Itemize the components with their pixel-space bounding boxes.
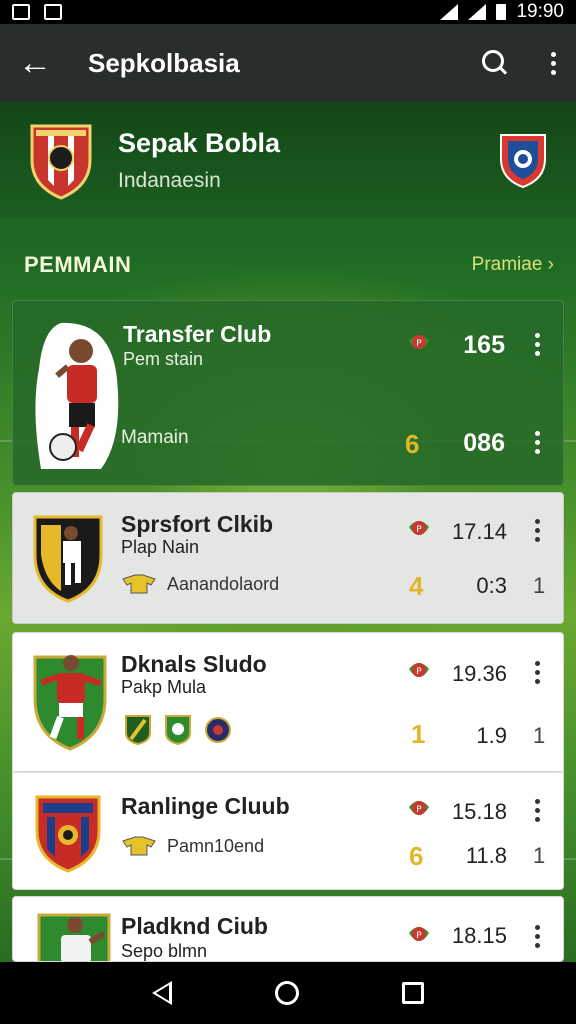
club-crest-icon [37, 913, 111, 961]
club-caption-row: Pamn10end [121, 835, 264, 857]
more-vert-icon[interactable] [532, 431, 542, 454]
rank-number: 1 [411, 719, 426, 749]
trend-indicator: 1 [533, 573, 546, 598]
badge-icon [125, 715, 151, 745]
app-bar: ← Sepkolbasia [0, 24, 576, 102]
see-more-link[interactable]: Pramiae › [472, 254, 554, 276]
back-arrow-icon[interactable]: ← [18, 46, 58, 80]
svg-text:P: P [416, 525, 422, 535]
rank-badge-icon: P [409, 801, 429, 815]
club-name: Pladknd Ciub [121, 913, 268, 939]
league-title: Sepak Bobla [118, 127, 281, 158]
club-name: Sprsfort Clkib [121, 511, 274, 537]
club-subtitle: Pakp Mula [121, 677, 207, 697]
player-photo [35, 322, 119, 469]
federation-crest-icon[interactable] [498, 131, 548, 189]
league-subtitle: Indanaesin [118, 168, 221, 192]
svg-text:P: P [416, 339, 422, 349]
trend-indicator: 1 [533, 843, 546, 868]
badge-icon [205, 717, 231, 743]
club-card[interactable]: Sprsfort Clkib Plap Nain Aanandolaord P … [12, 492, 564, 624]
system-nav-bar [0, 962, 576, 1024]
stat-value-bottom: 0:3 [476, 573, 507, 598]
rank-badge-icon: P [409, 663, 429, 677]
featured-club-card[interactable]: Transfer Club Pem stain Mamain P 165 6 0… [12, 300, 564, 486]
stat-value-top: 17.14 [451, 519, 507, 544]
more-vert-icon[interactable] [532, 333, 542, 356]
club-badges-row [125, 715, 231, 745]
rank-badge-icon: P [409, 335, 429, 349]
club-name: Transfer Club [123, 321, 272, 347]
app-title: Sepkolbasia [88, 47, 240, 78]
lock-notification-icon [44, 4, 62, 20]
badge-icon [165, 715, 191, 745]
rank-number: 4 [409, 571, 424, 601]
club-subtitle: Sepo blmn [121, 941, 208, 961]
club-caption: Pamn10end [167, 835, 265, 856]
more-vert-icon[interactable] [548, 51, 558, 75]
image-notification-icon [12, 4, 30, 20]
nav-back-icon[interactable] [151, 981, 172, 1005]
search-icon[interactable] [482, 50, 508, 76]
league-header: Sepak Bobla Indanaesin [0, 102, 576, 218]
wifi-icon [468, 4, 487, 20]
stat-value-top: 18.15 [451, 923, 507, 948]
club-card[interactable]: Ranlinge Cluub Pamn10end P 15.18 6 11.8 … [12, 772, 564, 890]
stat-value-bottom: 11.8 [465, 843, 507, 868]
signal-icon [440, 4, 459, 20]
club-name: Dknals Sludo [121, 651, 267, 677]
more-vert-icon[interactable] [532, 799, 542, 822]
club-name: Ranlinge Cluub [121, 793, 290, 819]
svg-text:P: P [416, 805, 422, 815]
players-section-header: PEMMAIN Pramiae › [24, 250, 554, 280]
nav-home-icon[interactable] [274, 981, 299, 1005]
section-title: PEMMAIN [24, 252, 132, 277]
club-subtitle: Pem stain [123, 349, 204, 369]
jersey-icon [122, 574, 156, 594]
more-vert-icon[interactable] [532, 661, 542, 684]
rank-number: 6 [409, 841, 424, 871]
club-crest-icon [30, 124, 92, 200]
more-vert-icon[interactable] [532, 925, 542, 948]
club-caption-row: Aanandolaord [121, 573, 279, 595]
clock: 19:90 [516, 1, 564, 22]
rank-number: 6 [405, 429, 420, 459]
svg-text:P: P [416, 931, 422, 941]
stat-value-bottom: 086 [463, 429, 505, 457]
battery-icon [496, 4, 507, 20]
rank-badge-icon: P [409, 927, 429, 941]
club-subtitle: Plap Nain [121, 537, 200, 557]
status-bar: 19:90 [0, 0, 576, 24]
club-caption: Mamain [121, 427, 189, 448]
stat-value-top: 165 [463, 331, 505, 359]
nav-recents-icon[interactable] [402, 982, 425, 1004]
rank-badge-icon: P [409, 521, 429, 535]
stat-value-bottom: 1.9 [476, 723, 507, 748]
jersey-icon [122, 836, 156, 856]
club-card[interactable]: Pladknd Ciub Sepo blmn P 18.15 [12, 896, 564, 962]
club-card[interactable]: Dknals Sludo Pakp Mula P 19.36 1 1.9 1 [12, 632, 564, 772]
stat-value-top: 15.18 [451, 799, 507, 824]
svg-text:P: P [416, 667, 422, 677]
club-crest-icon [33, 655, 107, 751]
trend-indicator: 1 [533, 723, 546, 748]
club-crest-icon [33, 515, 103, 603]
club-caption: Aanandolaord [167, 573, 280, 594]
stat-value-top: 19.36 [451, 661, 507, 686]
more-vert-icon[interactable] [532, 519, 542, 542]
club-crest-icon [35, 795, 101, 873]
